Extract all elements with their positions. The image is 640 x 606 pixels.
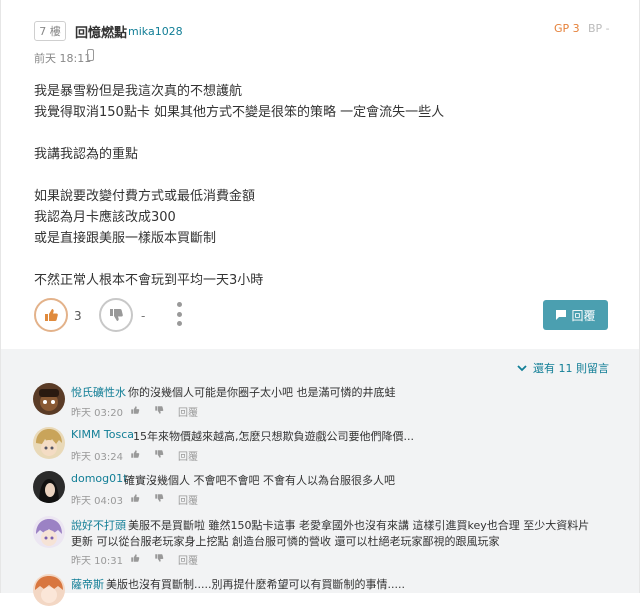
thumbs-down-icon [110,309,123,321]
author-name[interactable]: 回憶燃點 [75,22,127,41]
comment-text-continued: 更新 可以從台服老玩家身上挖點 創造台服可憐的營收 還可以杜絕老玩家鄙視的跟風玩… [71,535,500,548]
reply-button-label: 回覆 [571,308,596,323]
avatar[interactable] [33,516,65,548]
thumbs-down-icon[interactable] [154,449,164,459]
thumbs-up-icon [45,309,58,321]
post-time: 前天 18:11 [34,52,92,65]
comment-text: 美服不是買斷啦 雖然150點卡這事 老愛拿國外也沒有來講 這樣引進買key也合理… [128,519,590,532]
reply-button[interactable]: 回覆 [543,300,608,330]
comment-author[interactable]: KIMM Tosca [71,428,134,441]
comment-text: 你的沒幾個人可能是你圈子太小吧 也是滿可憐的井底蛙 [128,386,396,399]
content-line: 如果說要改變付費方式或最低消費金額 [34,189,256,204]
bp-count: BP - [588,22,610,35]
comment-reply-link[interactable]: 回覆 [178,552,198,567]
comment-author[interactable]: 薩帝斯 [71,576,104,592]
comment-time: 昨天 03:20 [71,408,123,419]
thumbs-up-icon[interactable] [130,405,140,415]
content-line: 我是暴雪粉但是我這次真的不想護航 [34,84,243,99]
comment-author[interactable]: 說好不打頭 [71,517,126,533]
comment-time: 昨天 03:24 [71,452,123,463]
chevron-down-icon [517,364,527,371]
gp-count: GP 3 [554,22,580,35]
content-line: 我認為月卡應該改成300 [34,210,176,225]
content-line: 或是直接跟美服一樣版本買斷制 [34,231,217,246]
comment-time: 昨天 04:03 [71,496,123,507]
author-id[interactable]: mika1028 [128,25,183,38]
more-options-icon[interactable] [174,302,184,326]
comment-author[interactable]: 悅氏礦性水 [71,384,126,400]
comment-text: 確實沒幾個人 不會吧不會吧 不會有人以為台服很多人吧 [124,474,395,487]
avatar[interactable] [33,383,65,415]
comment-reply-link[interactable]: 回覆 [178,448,198,463]
content-line [34,165,614,186]
post-content: 我是暴雪粉但是我這次真的不想護航 我覺得取消150點卡 如果其他方式不變是很笨的… [34,81,614,291]
comment-text: 美版也沒有買斷制.....別再提什麼希望可以有買斷制的事情..... [106,578,405,591]
comment-text: 15年來物價越來越高,怎麼只想欺負遊戲公司要他們降價... [133,430,414,443]
comment-time: 昨天 10:31 [71,556,123,567]
thumbs-down-icon[interactable] [154,553,164,563]
comment-author[interactable]: domog01t [71,472,127,485]
thumbs-up-icon[interactable] [130,449,140,459]
comment-reply-link[interactable]: 回覆 [178,492,198,507]
floor-badge: 7 樓 [34,21,66,41]
content-line: 我覺得取消150點卡 如果其他方式不變是很笨的策略 一定會流失一些人 [34,105,445,120]
thumbs-up-icon[interactable] [130,493,140,503]
comment-reply-link[interactable]: 回覆 [178,404,198,419]
comment-icon [556,310,567,320]
content-line: 不然正常人根本不會玩到平均一天3小時 [34,273,264,288]
thumbs-up-icon[interactable] [130,553,140,563]
thumbs-down-icon[interactable] [154,405,164,415]
content-line [34,249,614,270]
dislike-button[interactable] [99,298,133,332]
avatar[interactable] [33,427,65,459]
post-card: 7 樓 回憶燃點 mika1028 GP 3 BP - 前天 18:11 我是暴… [0,0,640,349]
avatar[interactable] [33,471,65,503]
mobile-icon [87,49,94,61]
content-line: 我講我認為的重點 [34,147,139,162]
dislike-count: - [141,309,146,323]
thumbs-down-icon[interactable] [154,493,164,503]
like-button[interactable] [34,298,68,332]
like-count: 3 [74,309,82,323]
more-comments-link[interactable]: 還有 11 則留言 [517,360,609,376]
more-comments-label: 還有 11 則留言 [533,362,609,375]
content-line [34,123,614,144]
avatar[interactable] [33,574,65,606]
